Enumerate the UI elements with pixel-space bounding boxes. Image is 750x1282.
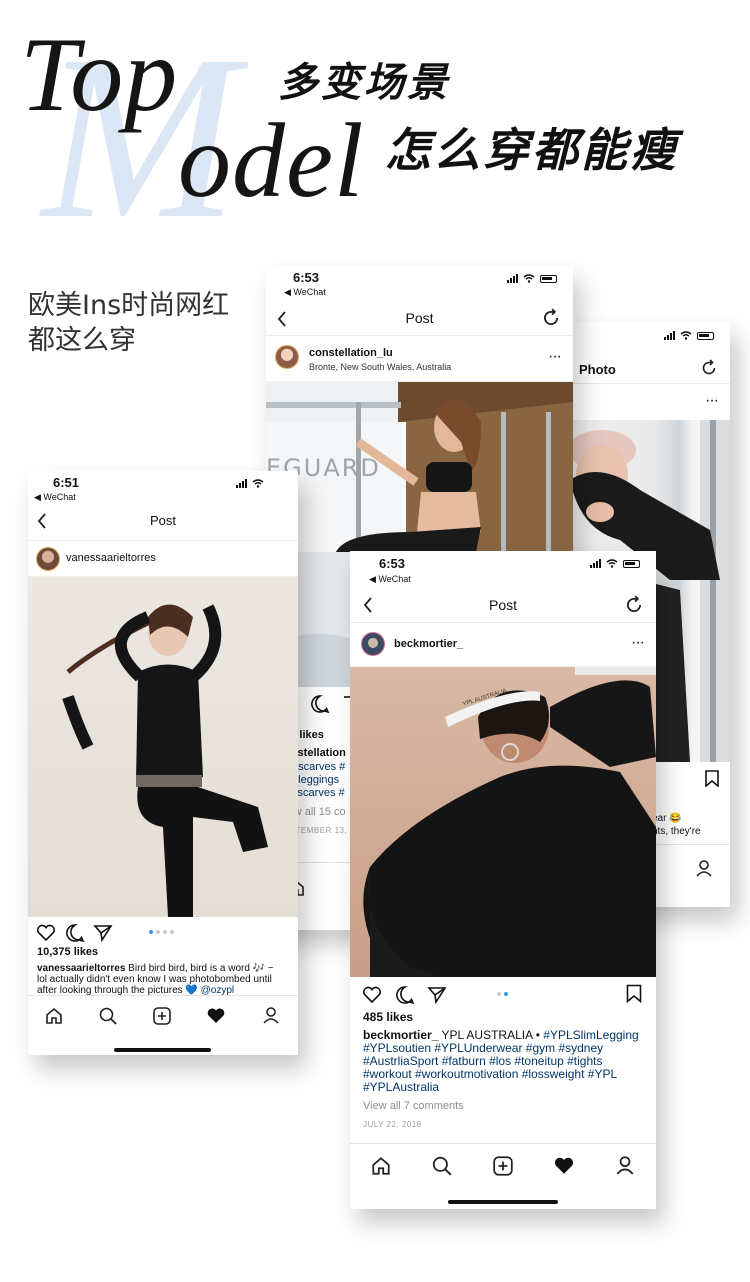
caption-text-2: lol actually didn't even know I was phot… bbox=[37, 974, 272, 985]
post-actions bbox=[28, 917, 298, 949]
home-icon[interactable] bbox=[370, 1155, 392, 1177]
phone-card-left: 6:51 ◀ WeChat Post vanessaarieltorres 10… bbox=[28, 471, 298, 1055]
caption-line-1: ear 😂 bbox=[652, 813, 682, 824]
post-actions bbox=[350, 977, 656, 1011]
caption-hashtag-line-1[interactable]: #YPLsoutien #YPLUnderwear #gym #sydney bbox=[363, 1041, 603, 1055]
status-icons bbox=[236, 479, 264, 488]
post-photo-black-outfit bbox=[28, 577, 298, 917]
headline-odel: odel bbox=[178, 102, 365, 219]
nav-title: Post bbox=[149, 513, 176, 528]
caption-line-2: nts, they're bbox=[652, 826, 701, 837]
add-post-icon[interactable] bbox=[152, 1006, 172, 1026]
status-icons bbox=[664, 331, 714, 340]
more-dots-icon[interactable]: ··· bbox=[705, 392, 719, 410]
nav-title: Post bbox=[488, 597, 517, 613]
avatar[interactable] bbox=[361, 632, 385, 656]
avatar[interactable] bbox=[36, 547, 60, 571]
like-count[interactable]: 485 likes bbox=[363, 1010, 413, 1024]
bookmark-icon[interactable] bbox=[705, 770, 719, 792]
activity-heart-icon[interactable] bbox=[206, 1007, 226, 1025]
back-to-wechat[interactable]: ◀ WeChat bbox=[34, 492, 76, 503]
wifi-icon bbox=[680, 331, 692, 340]
view-comments-link[interactable]: View all 7 comments bbox=[363, 1100, 464, 1112]
description: 欧美Ins时尚网红 都这么穿 bbox=[28, 288, 263, 358]
caption-lead: YPL AUSTRALIA • bbox=[438, 1028, 544, 1042]
avatar[interactable] bbox=[275, 345, 299, 369]
post-username[interactable]: constellation_lu bbox=[309, 347, 393, 359]
search-icon[interactable] bbox=[431, 1155, 453, 1177]
back-to-wechat[interactable]: ◀ WeChat bbox=[369, 574, 411, 585]
battery-icon bbox=[623, 559, 640, 568]
home-indicator[interactable] bbox=[114, 1048, 211, 1052]
nav-title: Post bbox=[405, 310, 434, 326]
refresh-icon[interactable] bbox=[541, 308, 561, 328]
description-line-1: 欧美Ins时尚网红 bbox=[28, 290, 230, 321]
more-dots-icon[interactable]: ··· bbox=[548, 348, 562, 366]
signal-icon bbox=[507, 274, 518, 283]
battery-icon bbox=[697, 331, 714, 340]
nav-title: Photo bbox=[579, 362, 616, 377]
heart-icon[interactable] bbox=[362, 986, 382, 1004]
carousel-indicator bbox=[149, 930, 174, 934]
refresh-icon[interactable] bbox=[624, 595, 644, 615]
search-icon[interactable] bbox=[98, 1006, 118, 1026]
profile-icon[interactable] bbox=[615, 1155, 635, 1175]
caption-username[interactable]: vanessaarieltorres bbox=[37, 963, 125, 974]
activity-heart-icon[interactable] bbox=[553, 1156, 575, 1176]
tagline-1: 多变场景 bbox=[278, 60, 450, 106]
status-icons bbox=[590, 559, 640, 568]
home-indicator[interactable] bbox=[448, 1200, 558, 1204]
signal-icon bbox=[236, 479, 247, 488]
post-caption: beckmortier_ YPL AUSTRALIA • #YPLSlimLeg… bbox=[363, 1029, 648, 1094]
comment-icon[interactable] bbox=[310, 694, 330, 714]
post-photo-headband: YPL AUSTRALIA bbox=[350, 667, 656, 977]
status-time: 6:53 bbox=[379, 556, 406, 571]
like-count[interactable]: 10,375 likes bbox=[37, 946, 98, 958]
more-dots-icon[interactable]: ··· bbox=[631, 634, 645, 652]
refresh-icon[interactable] bbox=[700, 359, 718, 377]
wifi-icon bbox=[252, 479, 264, 488]
tagline-2: 怎么穿都能瘦 bbox=[385, 123, 679, 177]
bookmark-icon[interactable] bbox=[626, 984, 642, 1003]
post-username[interactable]: vanessaarieltorres bbox=[66, 552, 156, 564]
caption-text-1: Bird bird bird, bird is a word 🎶 ~ bbox=[125, 963, 274, 974]
headline-top: Top bbox=[20, 16, 179, 133]
comment-icon[interactable] bbox=[395, 985, 415, 1005]
comment-icon[interactable] bbox=[65, 923, 85, 943]
post-username[interactable]: beckmortier_ bbox=[394, 638, 463, 650]
signal-icon bbox=[590, 559, 601, 568]
tab-bar bbox=[28, 995, 298, 1055]
heart-icon[interactable] bbox=[36, 924, 56, 942]
battery-icon bbox=[540, 274, 557, 283]
wifi-icon bbox=[606, 559, 618, 568]
caption-hashtag-line-3[interactable]: #workout #workoutmotivation #lossweight … bbox=[363, 1067, 617, 1081]
wifi-icon bbox=[523, 274, 535, 283]
status-icons bbox=[507, 274, 557, 283]
home-icon[interactable] bbox=[44, 1006, 64, 1026]
back-to-wechat[interactable]: ◀ WeChat bbox=[284, 287, 326, 298]
post-date: JULY 22, 2018 bbox=[363, 1120, 422, 1129]
caption-hashtag-line-2[interactable]: #AustrliaSport #fatburn #los #toneitup #… bbox=[363, 1054, 602, 1068]
profile-icon[interactable] bbox=[262, 1006, 280, 1024]
phone-card-front: 6:53 ◀ WeChat Post beckmortier_ ··· YPL … bbox=[350, 551, 656, 1209]
post-location[interactable]: Bronte, New South Wales, Australia bbox=[309, 362, 451, 372]
caption-hashtag-line-0[interactable]: #YPLSlimLegging bbox=[543, 1028, 638, 1042]
send-icon[interactable] bbox=[427, 986, 447, 1004]
add-post-icon[interactable] bbox=[492, 1155, 514, 1177]
tab-bar bbox=[350, 1143, 656, 1209]
carousel-indicator bbox=[497, 992, 508, 996]
status-time: 6:51 bbox=[53, 475, 80, 490]
caption-username[interactable]: beckmortier_ bbox=[363, 1028, 438, 1042]
status-time: 6:53 bbox=[293, 270, 320, 285]
signal-icon bbox=[664, 331, 675, 340]
description-line-2: 都这么穿 bbox=[28, 325, 136, 356]
profile-icon[interactable] bbox=[695, 859, 713, 877]
caption-hashtag-line-4[interactable]: #YPLAustralia bbox=[363, 1080, 439, 1094]
post-caption: vanessaarieltorres Bird bird bird, bird … bbox=[37, 963, 298, 996]
send-icon[interactable] bbox=[93, 924, 113, 942]
